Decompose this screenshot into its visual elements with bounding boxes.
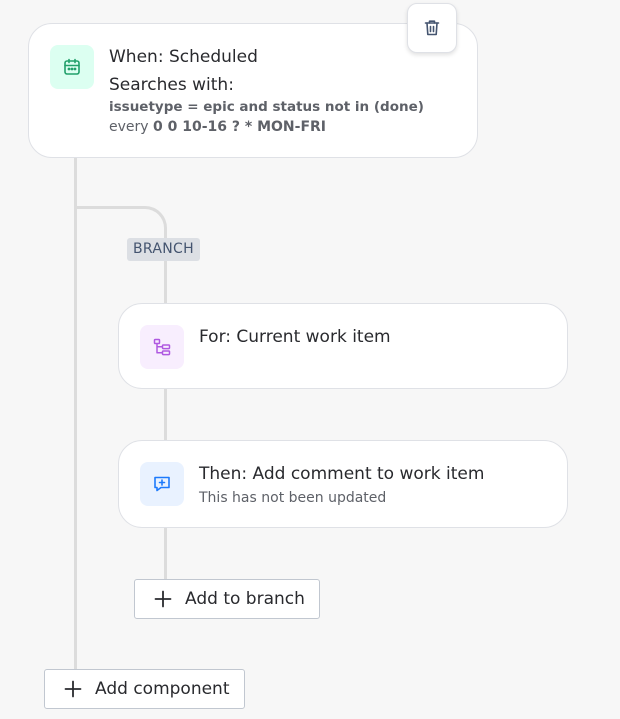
trigger-icon-tile xyxy=(50,45,94,89)
branch-action-icon-tile xyxy=(140,462,184,506)
delete-button[interactable] xyxy=(407,3,457,53)
branch-action-card[interactable]: Then: Add comment to work item This has … xyxy=(118,440,568,528)
plus-icon xyxy=(63,679,83,699)
calendar-icon xyxy=(64,58,80,75)
trash-icon xyxy=(424,20,440,36)
comment-add-icon xyxy=(154,476,170,492)
plus-icon xyxy=(153,589,173,609)
add-component-label: Add component xyxy=(95,679,230,699)
branch-connector-line-3 xyxy=(164,527,167,580)
branch-hierarchy-icon xyxy=(153,338,171,356)
branch-connector-line-2 xyxy=(164,388,167,442)
trigger-jql: issuetype = epic and status not in (done… xyxy=(109,99,424,115)
branch-action-subtitle: This has not been updated xyxy=(199,490,387,506)
add-component-button[interactable]: Add component xyxy=(44,669,245,709)
add-to-branch-button[interactable]: Add to branch xyxy=(134,579,320,619)
branch-for-title: For: Current work item xyxy=(199,327,391,347)
trigger-schedule: every 0 0 10-16 ? * MON-FRI xyxy=(109,119,326,135)
trigger-schedule-prefix: every xyxy=(109,119,154,135)
branch-connector-curve xyxy=(74,206,167,236)
add-to-branch-label: Add to branch xyxy=(185,589,305,609)
trigger-cron-expression: 0 0 10-16 ? * MON-FRI xyxy=(153,119,326,135)
trigger-searches-label: Searches with: xyxy=(109,75,234,95)
branch-for-card[interactable]: For: Current work item xyxy=(118,303,568,389)
trigger-title: When: Scheduled xyxy=(109,47,258,67)
branch-action-title: Then: Add comment to work item xyxy=(199,464,485,484)
branch-badge: BRANCH xyxy=(127,238,200,261)
branch-for-icon-tile xyxy=(140,325,184,369)
